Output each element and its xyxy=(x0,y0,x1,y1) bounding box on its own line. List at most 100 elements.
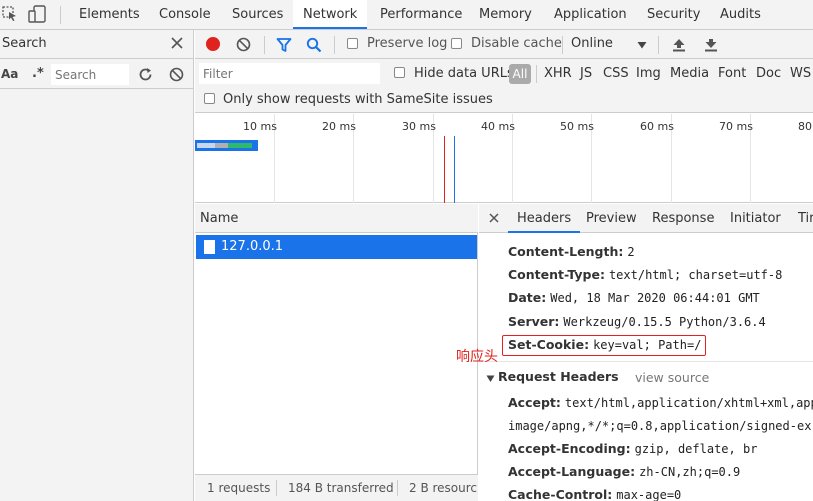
triangle-down-icon[interactable] xyxy=(486,372,495,382)
table-row[interactable]: 127.0.0.1 xyxy=(196,235,477,259)
record-icon[interactable] xyxy=(206,37,220,51)
request-header-row: image/apng,*/*;q=0.8,application/signed-… xyxy=(508,418,811,433)
tab-sources[interactable]: Sources xyxy=(232,0,283,29)
tick-label: 50 ms xyxy=(560,120,594,133)
type-filter-img[interactable]: Img xyxy=(636,66,661,81)
device-toolbar-icon[interactable] xyxy=(28,5,48,23)
tick-label: 40 ms xyxy=(481,120,515,133)
dom-content-loaded-line xyxy=(454,136,455,203)
search-input[interactable] xyxy=(51,64,129,85)
toolbar-separator xyxy=(264,36,265,54)
toolbar-separator xyxy=(658,36,659,54)
toolbar-separator xyxy=(334,36,335,54)
tab-initiator[interactable]: Initiator xyxy=(730,204,781,233)
chevron-down-icon[interactable] xyxy=(637,39,647,49)
close-icon[interactable] xyxy=(488,212,500,224)
tab-memory[interactable]: Memory xyxy=(479,0,532,29)
search-icon[interactable] xyxy=(306,37,322,53)
tab-headers[interactable]: Headers xyxy=(508,204,581,233)
header-key: Accept: xyxy=(508,395,561,410)
filter-input[interactable] xyxy=(199,63,380,84)
request-list-header: Name xyxy=(195,204,478,233)
timing-waiting-segment xyxy=(197,143,215,148)
type-filter-ws[interactable]: WS xyxy=(790,66,811,81)
network-summary-bar: 1 requests 184 B transferred 2 B resourc xyxy=(195,474,478,501)
header-value: gzip, deflate, br xyxy=(634,442,758,456)
preserve-log-checkbox[interactable] xyxy=(347,38,358,49)
header-value: Werkzeug/0.15.5 Python/3.6.4 xyxy=(563,315,766,329)
type-filter-css[interactable]: CSS xyxy=(603,66,629,81)
header-key: Accept-Language: xyxy=(508,464,636,479)
header-value-continued: image/apng,*/*;q=0.8,application/signed-… xyxy=(508,419,812,433)
type-filter-doc[interactable]: Doc xyxy=(756,66,781,81)
tab-elements[interactable]: Elements xyxy=(79,0,140,29)
transferred-size: 184 B transferred xyxy=(288,481,394,495)
filter-icon[interactable] xyxy=(276,37,292,53)
tab-console[interactable]: Console xyxy=(159,0,211,29)
type-filter-xhr[interactable]: XHR xyxy=(544,66,572,81)
search-drawer: Search Aa .* xyxy=(0,30,194,501)
response-header-row: Server: Werkzeug/0.15.5 Python/3.6.4 xyxy=(508,314,766,329)
summary-separator xyxy=(276,480,277,496)
tab-security[interactable]: Security xyxy=(647,0,700,29)
request-header-row: Accept-Language: zh-CN,zh;q=0.9 xyxy=(508,464,740,479)
regex-toggle[interactable]: .* xyxy=(32,66,44,81)
tick-label: 20 ms xyxy=(322,120,356,133)
devtools-tab-bar: Elements Console Sources Network Perform… xyxy=(0,0,813,30)
clear-icon[interactable] xyxy=(169,67,184,82)
import-har-icon[interactable] xyxy=(672,37,686,52)
header-key: Accept-Encoding: xyxy=(508,441,631,456)
timing-stalled-segment xyxy=(215,143,228,148)
type-filter-media[interactable]: Media xyxy=(670,66,709,81)
request-headers-title[interactable]: Request Headers xyxy=(498,369,619,384)
header-value: max-age=0 xyxy=(616,488,682,501)
type-filter-font[interactable]: Font xyxy=(718,66,746,81)
tick-label: 80 xyxy=(798,120,812,133)
tab-timing[interactable]: Tir xyxy=(798,204,813,233)
annotation-box xyxy=(502,335,706,356)
tab-audits[interactable]: Audits xyxy=(720,0,761,29)
header-key: Content-Type: xyxy=(508,267,605,282)
column-name[interactable]: Name xyxy=(200,211,238,226)
header-key: Server: xyxy=(508,314,560,329)
filter-bar: Hide data URLs All XHR JS CSS Img Media … xyxy=(195,59,813,88)
type-filter-js[interactable]: JS xyxy=(580,66,592,81)
tab-network[interactable]: Network xyxy=(293,0,368,29)
disable-cache-checkbox[interactable] xyxy=(451,38,462,49)
refresh-icon[interactable] xyxy=(138,67,153,82)
response-header-row: Content-Type: text/html; charset=utf-8 xyxy=(508,267,782,282)
tab-application[interactable]: Application xyxy=(554,0,627,29)
toolbar-separator xyxy=(562,36,563,54)
tab-preview[interactable]: Preview xyxy=(586,204,637,233)
tab-response[interactable]: Response xyxy=(652,204,714,233)
match-case-toggle[interactable]: Aa xyxy=(1,67,18,81)
header-value: Wed, 18 Mar 2020 06:44:01 GMT xyxy=(550,291,760,305)
response-header-row: Content-Length: 2 xyxy=(508,244,635,259)
network-overview[interactable]: 10 ms 20 ms 30 ms 40 ms 50 ms 60 ms 70 m… xyxy=(195,114,813,203)
throttling-select[interactable]: Online xyxy=(571,36,613,51)
request-count: 1 requests xyxy=(207,481,271,495)
request-details: Headers Preview Response Initiator Tir C… xyxy=(479,204,813,501)
preserve-log-label: Preserve log xyxy=(367,36,448,51)
clear-log-icon[interactable] xyxy=(236,37,251,52)
tab-performance[interactable]: Performance xyxy=(380,0,462,29)
inspect-element-icon[interactable] xyxy=(2,6,18,22)
samesite-checkbox[interactable] xyxy=(204,93,215,104)
request-header-row: Accept: text/html,application/xhtml+xml,… xyxy=(508,395,813,410)
details-tab-bar: Headers Preview Response Initiator Tir xyxy=(479,204,813,233)
close-icon[interactable] xyxy=(170,36,184,50)
section-divider xyxy=(479,361,813,362)
annotation-label: 响应头 xyxy=(456,349,498,365)
type-filter-all[interactable]: All xyxy=(509,64,531,84)
export-har-icon[interactable] xyxy=(704,37,718,52)
hide-data-urls-checkbox[interactable] xyxy=(394,67,405,78)
search-drawer-toolbar: Aa .* xyxy=(0,60,194,89)
view-source-link[interactable]: view source xyxy=(635,370,709,385)
header-value: text/html,application/xhtml+xml,app xyxy=(564,396,813,410)
tick-label: 10 ms xyxy=(243,120,277,133)
request-name: 127.0.0.1 xyxy=(221,239,284,254)
samesite-bar: Only show requests with SameSite issues xyxy=(195,88,813,113)
tick-label: 70 ms xyxy=(719,120,753,133)
header-value: 2 xyxy=(627,245,635,259)
search-drawer-title: Search xyxy=(2,36,47,51)
